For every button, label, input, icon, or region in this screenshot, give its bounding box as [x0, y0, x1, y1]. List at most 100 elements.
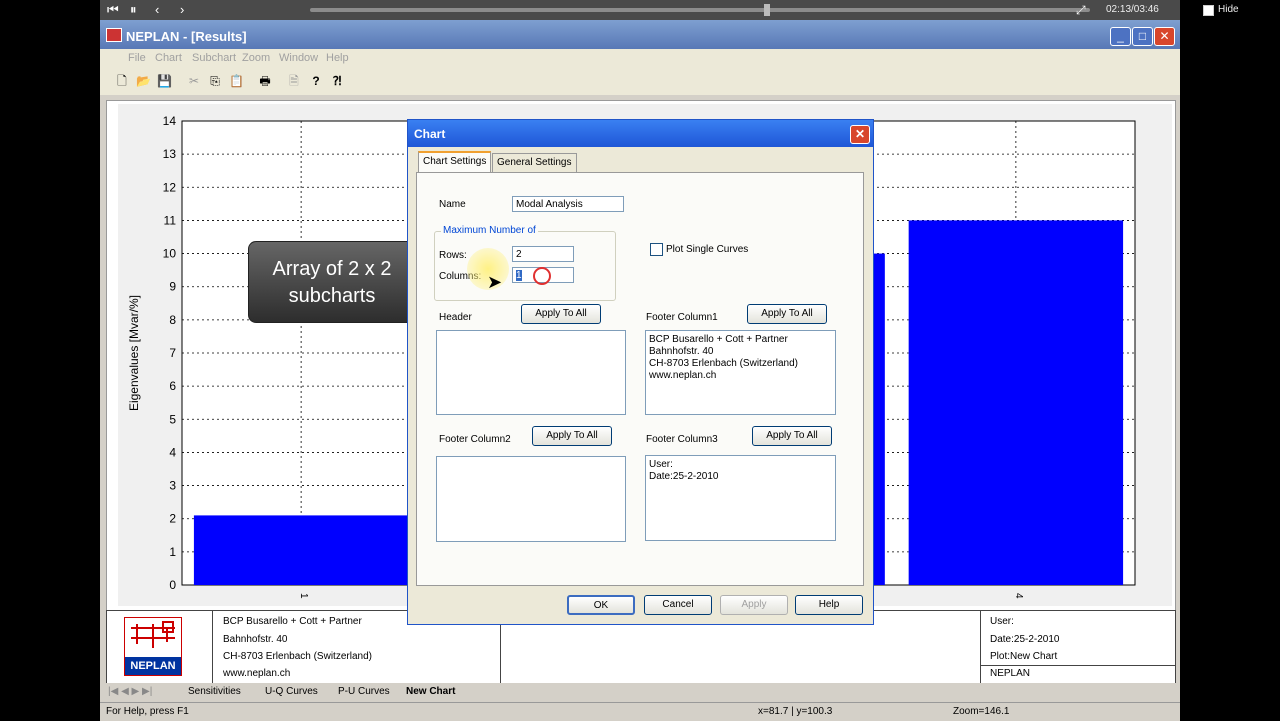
name-label: Name [439, 199, 466, 210]
status-zoom: Zoom=146.1 [953, 706, 1010, 717]
rows-label: Rows: [439, 250, 467, 261]
tab-pu-curves[interactable]: P-U Curves [338, 686, 390, 697]
apply-button[interactable]: Apply [720, 595, 788, 615]
rows-input[interactable]: 2 [512, 246, 574, 262]
minimize-button[interactable]: _ [1110, 27, 1131, 46]
header-textarea[interactable] [436, 330, 626, 415]
menu-zoom[interactable]: Zoom [242, 52, 270, 64]
footer2-textarea[interactable] [436, 456, 626, 542]
help-button[interactable]: Help [795, 595, 863, 615]
footer1-apply-all-button[interactable]: Apply To All [747, 304, 827, 324]
status-help: For Help, press F1 [106, 706, 189, 717]
print-icon[interactable]: 🖶 [258, 74, 272, 88]
y-tick-label: 0 [169, 578, 176, 592]
footer3-label: Footer Column3 [646, 434, 718, 445]
menu-file[interactable]: File [128, 52, 146, 64]
y-tick-label: 11 [164, 213, 177, 227]
hide-checkbox[interactable] [1203, 5, 1214, 16]
menu-window[interactable]: Window [279, 52, 318, 64]
next-icon[interactable]: › [180, 2, 184, 18]
copy-icon[interactable]: ⎘ [208, 74, 222, 88]
y-tick-label: 13 [163, 147, 177, 161]
tab-general-settings[interactable]: General Settings [492, 153, 577, 172]
sheet-tabs: |◀ ◀ ▶ ▶| Sensitivities U-Q Curves P-U C… [100, 683, 1180, 701]
mouse-pointer-icon: ➤ [487, 272, 503, 292]
columns-value: 1 [516, 270, 522, 281]
skip-back-icon[interactable]: ⏮ [107, 2, 119, 18]
x-tick-label: 1 [298, 593, 309, 599]
footer2-apply-all-button[interactable]: Apply To All [532, 426, 612, 446]
cut-icon[interactable]: ✂ [187, 74, 201, 88]
neplan-logo: NEPLAN [124, 617, 182, 676]
close-button[interactable]: ✕ [1154, 27, 1175, 46]
footer-plot: Plot:New Chart [990, 651, 1058, 662]
footer-date: Date:25-2-2010 [990, 634, 1060, 645]
callout-line1: Array of 2 x 2 [272, 258, 392, 280]
group-label: Maximum Number of [441, 225, 538, 236]
ok-button[interactable]: OK [567, 595, 635, 615]
app-icon [106, 28, 122, 42]
y-tick-label: 5 [169, 412, 176, 426]
header-apply-all-button[interactable]: Apply To All [521, 304, 601, 324]
menu-subchart[interactable]: Subchart [192, 52, 236, 64]
pause-icon[interactable]: ⏸ [130, 2, 137, 18]
footer-product: NEPLAN [990, 668, 1031, 679]
footer3-textarea[interactable]: User: Date:25-2-2010 [645, 455, 836, 541]
plot-single-label: Plot Single Curves [666, 244, 749, 255]
y-tick-label: 10 [163, 247, 177, 261]
dialog-title: Chart [414, 127, 446, 141]
save-icon[interactable]: 💾 [157, 74, 172, 88]
playback-time: 02:13/03:46 [1106, 4, 1159, 15]
seek-knob[interactable] [764, 4, 770, 16]
help-icon[interactable]: ? [309, 74, 323, 88]
tab-nav-arrows[interactable]: |◀ ◀ ▶ ▶| [108, 686, 152, 697]
x-tick-label: 4 [1013, 593, 1024, 599]
dialog-title-bar: Chart ✕ [408, 120, 873, 147]
y-tick-label: 7 [169, 346, 176, 360]
click-indicator [533, 267, 551, 285]
prev-icon[interactable]: ‹ [155, 2, 159, 18]
y-tick-label: 8 [169, 313, 176, 327]
footer-company-line2: Bahnhofstr. 40 [223, 634, 288, 645]
tab-new-chart[interactable]: New Chart [406, 686, 455, 697]
seek-track[interactable] [310, 8, 1090, 12]
y-tick-label: 2 [169, 512, 176, 526]
menu-chart[interactable]: Chart [155, 52, 182, 64]
max-number-group: Maximum Number of [434, 225, 616, 301]
footer1-label: Footer Column1 [646, 312, 718, 323]
maximize-button[interactable]: □ [1132, 27, 1153, 46]
tab-uq-curves[interactable]: U-Q Curves [265, 686, 318, 697]
logo-text: NEPLAN [125, 657, 181, 675]
open-folder-icon[interactable]: 📂 [136, 74, 151, 88]
tab-chart-settings[interactable]: Chart Settings [418, 151, 492, 174]
paste-icon[interactable]: 📋 [229, 74, 244, 88]
status-bar: For Help, press F1 x=81.7 | y=100.3 Zoom… [100, 702, 1180, 721]
context-help-icon[interactable]: ⁈ [330, 74, 344, 88]
status-coords: x=81.7 | y=100.3 [758, 706, 833, 717]
y-tick-label: 12 [163, 180, 177, 194]
fullscreen-icon[interactable]: ⤢ [1076, 2, 1086, 18]
footer1-textarea[interactable]: BCP Busarello + Cott + Partner Bahnhofst… [645, 330, 836, 415]
cancel-button[interactable]: Cancel [644, 595, 712, 615]
tab-sensitivities[interactable]: Sensitivities [188, 686, 241, 697]
preview-icon[interactable]: 🗎 [287, 74, 301, 88]
annotation-callout: Array of 2 x 2 subcharts [248, 241, 416, 323]
title-bar: NEPLAN - [Results] _ □ ✕ [100, 20, 1180, 49]
name-input[interactable]: Modal Analysis [512, 196, 624, 212]
new-file-icon[interactable]: 🗋 [115, 74, 129, 88]
footer2-label: Footer Column2 [439, 434, 511, 445]
header-label: Header [439, 312, 472, 323]
footer-user: User: [990, 616, 1014, 627]
dialog-close-button[interactable]: ✕ [850, 125, 870, 144]
y-tick-label: 1 [169, 545, 176, 559]
plot-single-checkbox[interactable] [650, 243, 663, 256]
footer-company-line4: www.neplan.ch [223, 668, 291, 679]
menu-help[interactable]: Help [326, 52, 349, 64]
y-tick-label: 14 [163, 114, 177, 128]
bar-4 [908, 220, 1124, 585]
y-tick-label: 4 [169, 445, 176, 459]
menu-bar: File Chart Subchart Zoom Window Help [100, 49, 1180, 67]
footer3-apply-all-button[interactable]: Apply To All [752, 426, 832, 446]
footer-company-line1: BCP Busarello + Cott + Partner [223, 616, 362, 627]
y-tick-label: 9 [169, 280, 176, 294]
